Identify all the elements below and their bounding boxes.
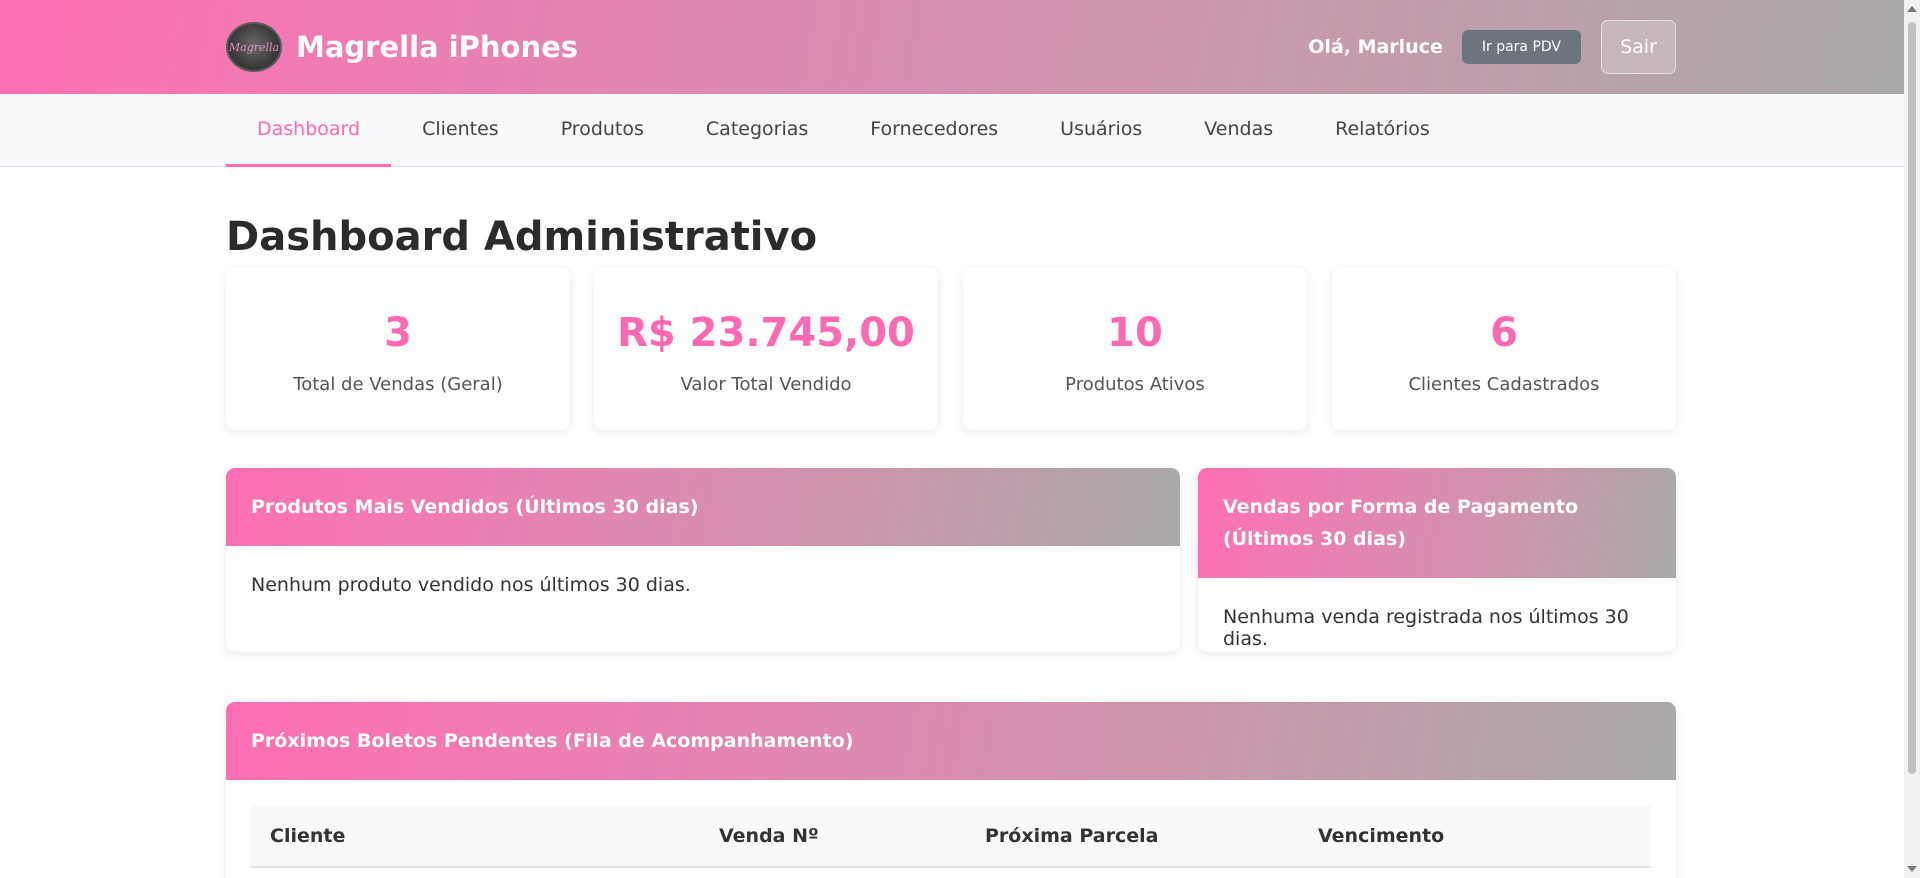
stat-label: Clientes Cadastrados xyxy=(1408,374,1600,395)
nav-item-fornecedores[interactable]: Fornecedores xyxy=(839,94,1029,167)
boletos-table: Cliente Venda Nº Próxima Parcela Vencime… xyxy=(251,805,1651,868)
card-title: Vendas por Forma de Pagamento (Últimos 3… xyxy=(1198,468,1676,578)
scroll-up-icon[interactable] xyxy=(1907,6,1917,12)
nav-item-relatorios[interactable]: Relatórios xyxy=(1304,94,1461,167)
user-greeting: Olá, Marluce xyxy=(1308,36,1443,58)
scroll-down-icon[interactable] xyxy=(1907,866,1917,872)
user-area: Olá, Marluce Ir para PDV Sair xyxy=(1308,20,1676,74)
nav-item-clientes[interactable]: Clientes xyxy=(391,94,530,167)
table-header-row: Cliente Venda Nº Próxima Parcela Vencime… xyxy=(251,805,1651,868)
stat-card-total-sales: 3 Total de Vendas (Geral) xyxy=(226,268,570,430)
brand[interactable]: Magrella Magrella iPhones xyxy=(226,22,578,72)
page-scrollbar[interactable] xyxy=(1904,0,1920,878)
stat-card-total-value: R$ 23.745,00 Valor Total Vendido xyxy=(594,268,938,430)
top-bar: Magrella Magrella iPhones Olá, Marluce I… xyxy=(0,0,1920,94)
column-header-venda: Venda Nº xyxy=(700,805,966,868)
pending-boletos-card: Próximos Boletos Pendentes (Fila de Acom… xyxy=(226,702,1676,878)
nav-item-dashboard[interactable]: Dashboard xyxy=(226,94,392,167)
brand-name: Magrella iPhones xyxy=(296,30,579,64)
nav-item-categorias[interactable]: Categorias xyxy=(675,94,839,167)
stat-label: Produtos Ativos xyxy=(1065,374,1205,395)
empty-message: Nenhum produto vendido nos últimos 30 di… xyxy=(251,574,691,596)
stat-label: Total de Vendas (Geral) xyxy=(293,374,503,395)
column-header-proxima-parcela: Próxima Parcela xyxy=(966,805,1299,868)
brand-logo: Magrella xyxy=(226,22,282,72)
go-to-pdv-button[interactable]: Ir para PDV xyxy=(1461,30,1581,64)
nav-item-vendas[interactable]: Vendas xyxy=(1173,94,1304,167)
stat-card-active-products: 10 Produtos Ativos xyxy=(963,268,1307,430)
main-nav: Dashboard Clientes Produtos Categorias F… xyxy=(0,94,1904,167)
page-title: Dashboard Administrativo xyxy=(226,214,818,260)
stat-value: R$ 23.745,00 xyxy=(617,310,915,356)
payment-methods-card: Vendas por Forma de Pagamento (Últimos 3… xyxy=(1198,468,1676,652)
column-header-vencimento: Vencimento xyxy=(1299,805,1651,868)
empty-message: Nenhuma venda registrada nos últimos 30 … xyxy=(1223,606,1629,650)
logout-button[interactable]: Sair xyxy=(1601,20,1676,74)
top-products-card: Produtos Mais Vendidos (Últimos 30 dias)… xyxy=(226,468,1180,652)
stat-value: 3 xyxy=(384,310,412,356)
stat-card-clients: 6 Clientes Cadastrados xyxy=(1332,268,1676,430)
card-title: Próximos Boletos Pendentes (Fila de Acom… xyxy=(226,702,1676,780)
nav-item-produtos[interactable]: Produtos xyxy=(530,94,675,167)
stat-label: Valor Total Vendido xyxy=(680,374,852,395)
card-title: Produtos Mais Vendidos (Últimos 30 dias) xyxy=(226,468,1180,546)
stat-value: 6 xyxy=(1490,310,1518,356)
column-header-cliente: Cliente xyxy=(251,805,700,868)
stat-value: 10 xyxy=(1107,310,1163,356)
scroll-thumb[interactable] xyxy=(1908,22,1916,774)
nav-item-usuarios[interactable]: Usuários xyxy=(1029,94,1173,167)
